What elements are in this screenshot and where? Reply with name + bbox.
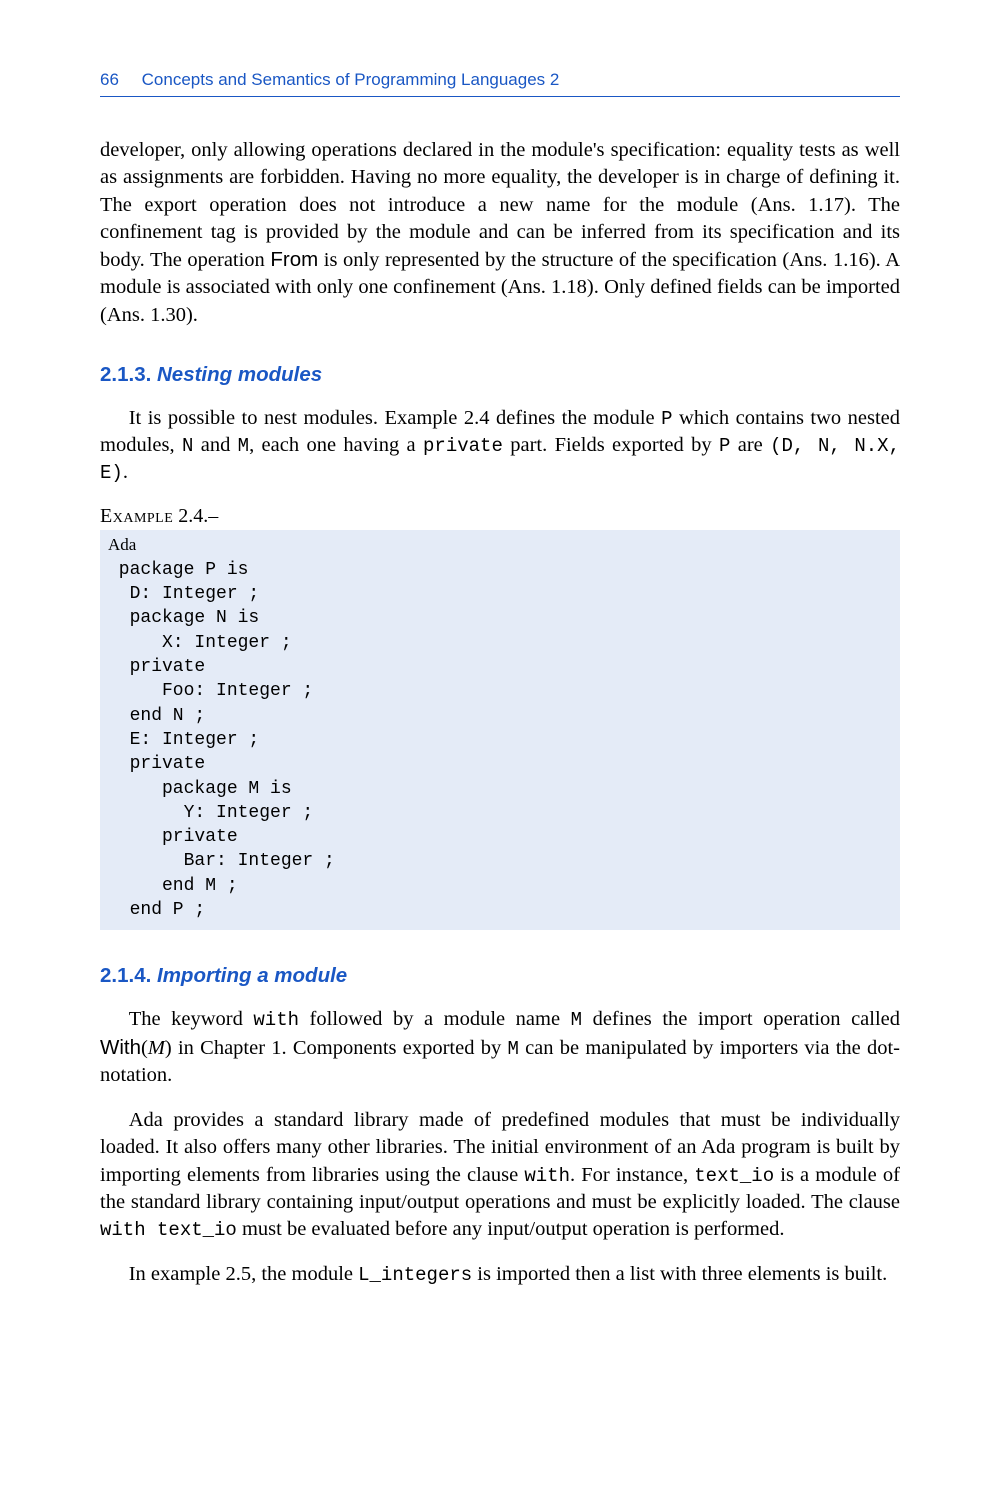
section-heading-214: 2.1.4. Importing a module [100,964,900,988]
keyword-private: private [423,435,503,457]
module-M: M [571,1009,582,1031]
paren-open: ( [141,1037,148,1059]
example-label-24: Example 2.4.– [100,505,900,528]
section-heading-213: 2.1.3. Nesting modules [100,363,900,387]
text: , each one having a [249,434,423,456]
operation-with: With [100,1036,141,1059]
module-M: M [238,435,249,457]
clause-with-textio: with text_io [100,1219,237,1241]
code-block-ada: Ada package P is D: Integer ; package N … [100,530,900,931]
module-P: P [661,408,672,430]
text: defines the import operation called [582,1008,900,1030]
keyword-with: with [524,1165,570,1187]
text: It is possible to nest modules. Example … [129,407,661,429]
text: must be evaluated before any input/outpu… [237,1218,785,1240]
code-content: package P is D: Integer ; package N is X… [108,560,335,920]
paragraph-import-3: In example 2.5, the module L_integers is… [100,1261,900,1288]
section-number: 2.1.3. [100,363,151,386]
module-N: N [182,435,193,457]
text: are [730,434,770,456]
paragraph-import-2: Ada provides a standard library made of … [100,1107,900,1243]
text: in Chapter 1. Components exported by [172,1037,508,1059]
text: is imported then a list with three eleme… [472,1263,887,1285]
text: followed by a module name [299,1008,571,1030]
module-P2: P [719,435,730,457]
example-number: 2.4.– [173,505,218,527]
paragraph-import-1: The keyword with followed by a module na… [100,1006,900,1089]
paragraph-nesting: It is possible to nest modules. Example … [100,405,900,487]
keyword-with: with [253,1009,299,1031]
module-textio: text_io [694,1165,774,1187]
paragraph-intro: developer, only allowing operations decl… [100,137,900,329]
text: . For instance, [570,1164,694,1186]
module-M2: M [507,1038,518,1060]
text: and [193,434,237,456]
section-title: Nesting modules [157,363,322,386]
text: In example 2.5, the module [129,1263,358,1285]
code-language: Ada [108,535,136,554]
section-number: 2.1.4. [100,964,151,987]
text: part. Fields exported by [503,434,719,456]
page-number: 66 [100,70,119,89]
running-header: 66 Concepts and Semantics of Programming… [100,70,900,97]
page: 66 Concepts and Semantics of Programming… [0,0,1000,1367]
example-word: Example [100,505,173,527]
text: . [123,461,128,483]
module-lintegers: L_integers [358,1264,472,1286]
section-title: Importing a module [157,964,347,987]
text: The keyword [129,1008,254,1030]
math-M: M [148,1037,165,1059]
paren-close: ) [165,1037,172,1059]
book-title: Concepts and Semantics of Programming La… [142,70,560,89]
operation-from: From [270,248,318,271]
